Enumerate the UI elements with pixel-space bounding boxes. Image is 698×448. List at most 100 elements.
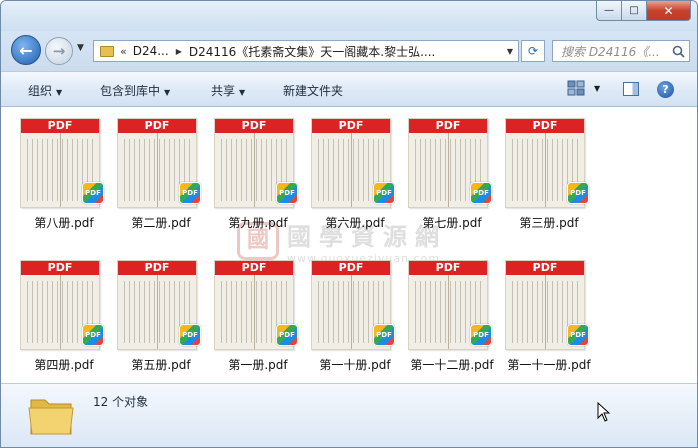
file-list[interactable]: 國 國學資源網 www.guoxueziyuan.com PDF PDF 第八册… — [1, 107, 697, 383]
explorer-window: — □ ✕ ← → ▼ « D24... ▶ D24116《托素斋文集》天一阁藏… — [0, 0, 698, 448]
recent-pages-dropdown[interactable]: ▼ — [77, 43, 84, 53]
overflow-chevron[interactable]: « — [120, 45, 127, 58]
refresh-button[interactable]: ⟳ — [521, 40, 545, 62]
page-fold — [254, 133, 255, 207]
page-fold — [254, 275, 255, 349]
file-item[interactable]: PDF PDF 第一十二册.pdf — [404, 258, 500, 374]
pdf-app-badge-icon: PDF — [276, 182, 298, 204]
address-row: ← → ▼ « D24... ▶ D24116《托素斋文集》天一阁藏本.黎士弘.… — [1, 31, 697, 71]
search-icon[interactable] — [667, 45, 689, 58]
pdf-app-badge-icon: PDF — [373, 324, 395, 346]
file-name: 第八册.pdf — [34, 216, 94, 230]
file-name: 第七册.pdf — [422, 216, 482, 230]
file-item[interactable]: PDF PDF 第三册.pdf — [501, 116, 597, 232]
item-count: 12 个对象 — [93, 395, 149, 409]
pdf-band: PDF — [118, 119, 196, 133]
change-view-button[interactable]: ▼ — [567, 80, 600, 96]
pdf-band: PDF — [215, 261, 293, 275]
search-placeholder: 搜索 D24116《... — [561, 44, 660, 59]
file-name: 第六册.pdf — [325, 216, 385, 230]
file-item[interactable]: PDF PDF 第一十一册.pdf — [501, 258, 597, 374]
file-item[interactable]: PDF PDF 第一册.pdf — [210, 258, 306, 374]
page-fold — [157, 133, 158, 207]
share-menu[interactable]: 共享 ▼ — [211, 82, 245, 99]
page-fold — [545, 133, 546, 207]
file-name: 第一册.pdf — [228, 358, 288, 372]
pdf-app-badge-icon: PDF — [470, 182, 492, 204]
pdf-band: PDF — [506, 119, 584, 133]
close-button[interactable]: ✕ — [647, 1, 691, 21]
address-dropdown-button[interactable]: ▼ — [502, 47, 518, 56]
file-item[interactable]: PDF PDF 第五册.pdf — [113, 258, 209, 374]
address-bar[interactable]: « D24... ▶ D24116《托素斋文集》天一阁藏本.黎士弘.... ▼ — [93, 40, 519, 62]
pdf-app-badge-icon: PDF — [567, 182, 589, 204]
file-name: 第一十册.pdf — [319, 358, 391, 372]
include-in-library-menu[interactable]: 包含到库中 ▼ — [100, 82, 170, 99]
chevron-down-icon[interactable]: ▼ — [594, 84, 600, 93]
file-name: 第四册.pdf — [34, 358, 94, 372]
chevron-down-icon: ▼ — [56, 88, 63, 97]
folder-icon — [100, 45, 114, 57]
pdf-band: PDF — [215, 119, 293, 133]
breadcrumb-segment-current[interactable]: D24116《托素斋文集》天一阁藏本.黎士弘.... — [189, 43, 502, 60]
page-fold — [545, 275, 546, 349]
page-fold — [351, 275, 352, 349]
file-name: 第三册.pdf — [519, 216, 579, 230]
pdf-app-badge-icon: PDF — [179, 182, 201, 204]
pdf-band: PDF — [21, 261, 99, 275]
command-bar: 组织 ▼ 包含到库中 ▼ 共享 ▼ 新建文件夹 ▼ ? — [1, 71, 697, 107]
page-fold — [351, 133, 352, 207]
file-item[interactable]: PDF PDF 第九册.pdf — [210, 116, 306, 232]
close-icon: ✕ — [663, 3, 674, 18]
breadcrumb-segment-parent[interactable]: D24... — [133, 44, 169, 58]
file-item[interactable]: PDF PDF 第一十册.pdf — [307, 258, 403, 374]
window-controls: — □ ✕ — [596, 1, 691, 21]
file-item[interactable]: PDF PDF 第四册.pdf — [16, 258, 112, 374]
file-item[interactable]: PDF PDF 第六册.pdf — [307, 116, 403, 232]
maximize-button[interactable]: □ — [622, 1, 647, 21]
back-icon: ← — [19, 40, 33, 60]
page-fold — [448, 275, 449, 349]
pdf-app-badge-icon: PDF — [470, 324, 492, 346]
pdf-app-badge-icon: PDF — [179, 324, 201, 346]
preview-pane-icon[interactable] — [623, 82, 639, 96]
page-fold — [157, 275, 158, 349]
file-item[interactable]: PDF PDF 第八册.pdf — [16, 116, 112, 232]
pdf-band: PDF — [506, 261, 584, 275]
title-bar: — □ ✕ — [1, 1, 697, 31]
help-icon[interactable]: ? — [657, 81, 674, 98]
new-folder-label: 新建文件夹 — [283, 84, 344, 98]
pdf-band: PDF — [312, 261, 390, 275]
file-item[interactable]: PDF PDF 第二册.pdf — [113, 116, 209, 232]
share-label: 共享 — [211, 84, 236, 98]
file-name: 第二册.pdf — [131, 216, 191, 230]
pdf-band: PDF — [409, 261, 487, 275]
page-fold — [448, 133, 449, 207]
file-name: 第一十二册.pdf — [410, 358, 494, 372]
pdf-app-badge-icon: PDF — [82, 324, 104, 346]
new-folder-button[interactable]: 新建文件夹 — [283, 82, 343, 99]
pdf-app-badge-icon: PDF — [276, 324, 298, 346]
pdf-app-badge-icon: PDF — [567, 324, 589, 346]
status-bar: 12 个对象 — [1, 383, 697, 447]
organize-label: 组织 — [28, 84, 53, 98]
page-fold — [60, 133, 61, 207]
include-label: 包含到库中 — [100, 84, 161, 98]
maximize-icon: □ — [629, 5, 639, 16]
pdf-band: PDF — [118, 261, 196, 275]
file-name: 第五册.pdf — [131, 358, 191, 372]
forward-button[interactable]: → — [45, 37, 73, 65]
pdf-app-badge-icon: PDF — [82, 182, 104, 204]
back-button[interactable]: ← — [11, 35, 41, 65]
file-item[interactable]: PDF PDF 第七册.pdf — [404, 116, 500, 232]
pdf-app-badge-icon: PDF — [373, 182, 395, 204]
pdf-band: PDF — [21, 119, 99, 133]
organize-menu[interactable]: 组织 ▼ — [28, 82, 62, 99]
minimize-icon: — — [604, 5, 614, 16]
search-input[interactable]: 搜索 D24116《... — [552, 40, 690, 62]
minimize-button[interactable]: — — [596, 1, 622, 21]
breadcrumb-arrow-icon[interactable]: ▶ — [176, 47, 182, 56]
page-fold — [60, 275, 61, 349]
folder-icon — [28, 399, 74, 435]
refresh-icon: ⟳ — [527, 44, 539, 58]
